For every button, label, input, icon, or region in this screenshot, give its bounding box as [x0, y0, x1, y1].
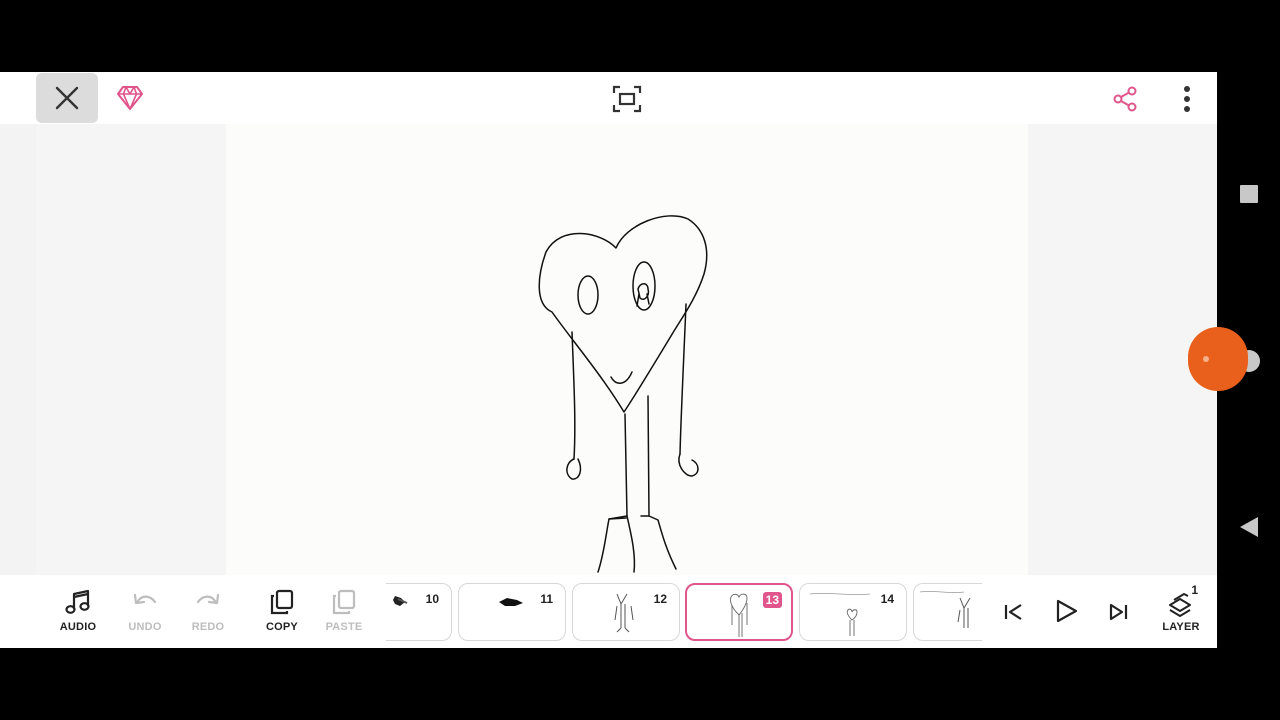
frame-number: 14 — [880, 592, 894, 606]
frame-strip[interactable]: 10 11 12 13 14 — [386, 583, 982, 643]
frame-thumbnail-15[interactable] — [913, 583, 982, 641]
layer-label: LAYER — [1162, 621, 1200, 633]
last-frame-button[interactable] — [1104, 595, 1132, 629]
frame-number: 13 — [762, 592, 782, 608]
triangle-back-icon — [1240, 517, 1258, 537]
skip-to-start-icon — [1004, 604, 1022, 620]
undo-button[interactable]: UNDO — [120, 587, 170, 637]
frame-thumbnail-11[interactable]: 11 — [458, 583, 566, 641]
undo-label: UNDO — [128, 621, 162, 633]
layer-button[interactable]: 1 LAYER — [1156, 583, 1206, 637]
premium-button[interactable] — [114, 82, 146, 114]
undo-icon — [133, 593, 157, 605]
layer-count: 1 — [1191, 583, 1198, 597]
play-button[interactable] — [1050, 593, 1082, 629]
drawing-canvas[interactable] — [226, 124, 1028, 575]
redo-icon — [196, 593, 220, 605]
more-vertical-icon — [1184, 86, 1190, 112]
frame-thumbnail-10[interactable]: 10 — [386, 583, 452, 641]
top-bar — [0, 72, 1217, 124]
fit-screen-icon — [612, 85, 642, 113]
audio-button[interactable]: AUDIO — [53, 587, 103, 637]
audio-label: AUDIO — [59, 621, 97, 633]
square-icon — [1240, 185, 1258, 203]
more-options-button[interactable] — [1174, 82, 1200, 116]
skip-to-end-icon — [1109, 603, 1128, 621]
copy-label: COPY — [266, 621, 298, 633]
back-button[interactable] — [1238, 515, 1260, 539]
frame-15-preview — [919, 591, 971, 628]
frame-number: 11 — [540, 592, 553, 606]
dot-icon — [1203, 356, 1209, 362]
frame-thumbnail-14[interactable]: 14 — [799, 583, 907, 641]
redo-button[interactable]: REDO — [183, 587, 233, 637]
paste-button[interactable]: PASTE — [319, 587, 369, 637]
music-note-icon — [65, 589, 90, 614]
frame-thumbnail-13[interactable]: 13 — [685, 583, 793, 641]
share-button[interactable] — [1108, 82, 1142, 116]
frame-number: 10 — [425, 592, 439, 606]
first-frame-button[interactable] — [1000, 595, 1028, 629]
recent-apps-button[interactable] — [1239, 184, 1259, 204]
floating-tool-button[interactable] — [1188, 327, 1248, 391]
diamond-icon — [117, 86, 143, 110]
copy-button[interactable]: COPY — [257, 587, 307, 637]
bottom-toolbar: AUDIO UNDO REDO COPY PASTE 10 11 12 13 1… — [0, 575, 1217, 648]
heart-character-drawing — [538, 215, 708, 573]
close-icon — [55, 86, 79, 110]
share-icon — [1113, 86, 1137, 112]
close-button[interactable] — [36, 73, 98, 123]
fit-screen-button[interactable] — [610, 82, 644, 116]
frame-10-preview — [393, 596, 408, 606]
redo-label: REDO — [191, 621, 225, 633]
flipaclip-app: AUDIO UNDO REDO COPY PASTE 10 11 12 13 1… — [0, 72, 1217, 648]
paste-label: PASTE — [325, 621, 363, 633]
frame-thumbnail-12[interactable]: 12 — [572, 583, 680, 641]
paste-icon — [332, 589, 356, 615]
copy-icon — [270, 589, 294, 615]
frame-number: 12 — [653, 592, 667, 606]
play-icon — [1056, 599, 1078, 623]
